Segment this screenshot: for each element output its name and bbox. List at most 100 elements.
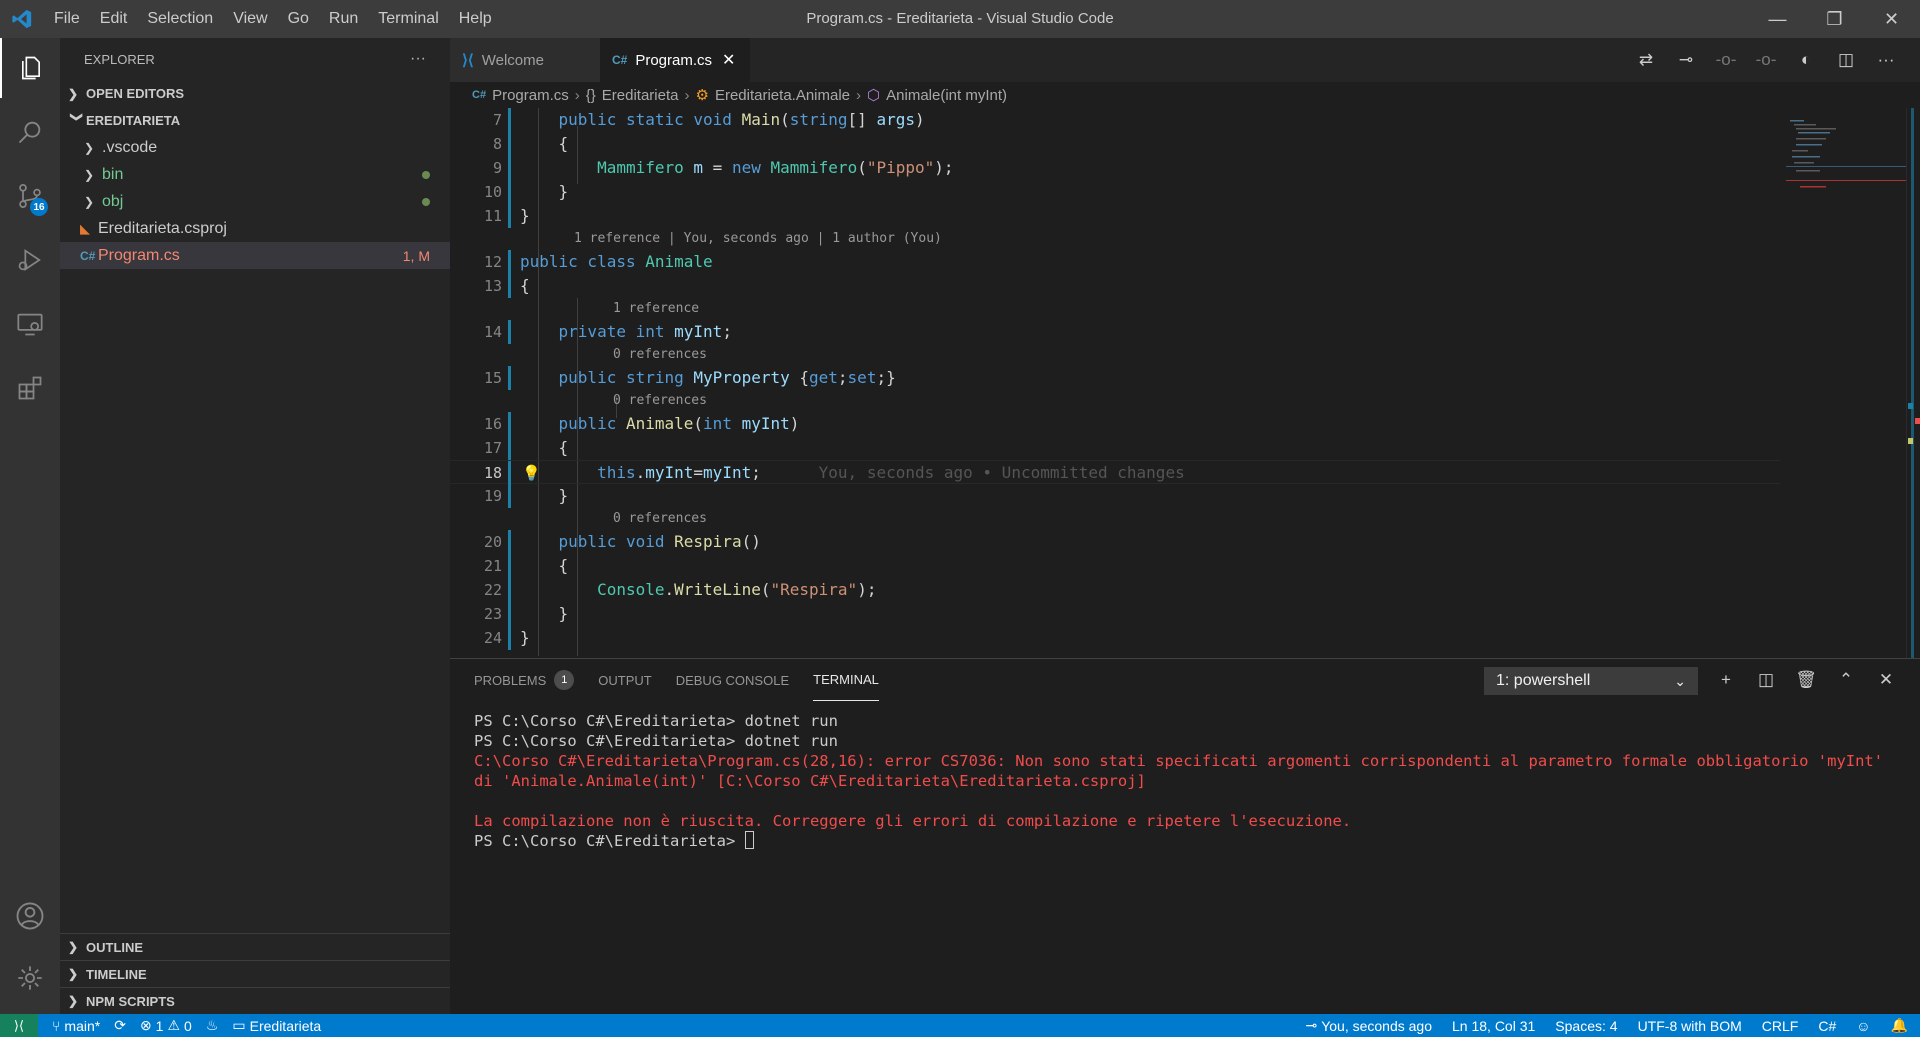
codelens-text[interactable]: 0 references [613,508,707,530]
more-actions-icon[interactable]: ··· [1866,50,1906,70]
status-branch[interactable]: ⑂ main* [52,1018,100,1034]
remote-explorer-icon[interactable] [0,294,60,354]
tab-welcome[interactable]: ⟩⟨ Welcome [450,38,600,82]
code-line: 21 { [450,554,1780,578]
menu-terminal[interactable]: Terminal [368,0,448,38]
tree-item-csproj[interactable]: ◣ Ereditarieta.csproj [60,215,450,242]
tree-item-label: Program.cs [98,246,180,264]
codelens-text[interactable]: 0 references [613,344,707,366]
breadcrumb-file[interactable]: Program.cs [492,87,569,104]
tab-terminal[interactable]: TERMINAL [813,659,879,701]
close-panel-icon[interactable]: ✕ [1866,670,1906,690]
close-window-icon[interactable]: ✕ [1863,0,1920,38]
open-changes-icon[interactable]: ⇄ [1626,50,1666,70]
code-line: 22 Console.WriteLine("Respira"); [450,578,1780,602]
editor-area: ⟩⟨ Welcome C# Program.cs ✕ ⇄ ⊸ -o- -o- ◐… [450,38,1920,658]
split-terminal-icon[interactable]: ◫ [1746,670,1786,690]
new-terminal-icon[interactable]: + [1706,670,1746,690]
source-control-icon[interactable]: 16 [0,166,60,226]
menu-run[interactable]: Run [319,0,368,38]
close-tab-icon[interactable]: ✕ [722,50,735,70]
menu-view[interactable]: View [223,0,277,38]
tree-item-program-cs[interactable]: C# Program.cs 1, M [60,242,450,269]
feedback-icon[interactable]: ☺ [1856,1018,1870,1034]
open-editors-section[interactable]: ❯ OPEN EDITORS [60,80,450,107]
git-gutter-bar [508,108,511,132]
toggle-blame-icon[interactable]: ◐ [1786,50,1826,70]
code-line: 17 { [450,436,1780,460]
tab-problems[interactable]: PROBLEMS 1 [474,659,575,701]
git-commit-icon[interactable]: ⊸ [1666,50,1706,70]
window-controls: — ❐ ✕ [1749,0,1920,38]
chevron-right-icon: ❯ [68,86,79,101]
gear-icon[interactable] [0,948,60,1008]
tree-item-label: Ereditarieta.csproj [98,219,227,237]
line-number: 7 [492,111,502,129]
git-gutter-bar [508,180,511,204]
tab-program-cs[interactable]: C# Program.cs ✕ [600,38,750,82]
menu-selection[interactable]: Selection [137,0,223,38]
tree-item-obj[interactable]: ❯ obj [60,188,450,215]
accounts-icon[interactable] [0,886,60,946]
scrollbar-marker [1911,108,1914,658]
breadcrumb-class[interactable]: Ereditarieta.Animale [715,87,850,104]
outline-section[interactable]: ❯ OUTLINE [60,933,450,960]
more-actions-icon[interactable]: ··· [410,50,426,68]
folder-section[interactable]: ❯ EREDITARIETA [60,107,450,134]
breadcrumb-namespace[interactable]: Ereditarieta [602,87,679,104]
menu-file[interactable]: File [44,0,90,38]
extensions-icon[interactable] [0,358,60,418]
menu-go[interactable]: Go [278,0,319,38]
status-eol[interactable]: CRLF [1762,1018,1799,1034]
timeline-label: TIMELINE [86,966,147,982]
npm-scripts-section[interactable]: ❯ NPM SCRIPTS [60,987,450,1014]
tab-label: DEBUG CONSOLE [675,672,790,688]
status-indent[interactable]: Spaces: 4 [1555,1018,1617,1034]
status-project[interactable]: ▭ Ereditarieta [232,1017,321,1034]
line-number: 13 [483,277,502,295]
status-position[interactable]: Ln 18, Col 31 [1452,1018,1535,1034]
codelens-text[interactable]: 1 reference | You, seconds ago | 1 autho… [574,228,942,250]
status-language[interactable]: C# [1818,1018,1836,1034]
status-right: ⊸ You, seconds ago Ln 18, Col 31 Spaces:… [1305,1014,1920,1037]
minimize-icon[interactable]: — [1749,0,1806,38]
codelens-text[interactable]: 0 references [613,390,707,412]
run-debug-icon[interactable] [0,230,60,290]
codelens-text[interactable]: 1 reference [613,298,699,320]
tree-item-bin[interactable]: ❯ bin [60,161,450,188]
tab-output[interactable]: OUTPUT [598,659,651,701]
remote-indicator[interactable]: ⟩⟨ [0,1014,38,1037]
explorer-icon[interactable] [0,38,60,98]
trash-icon[interactable]: 🗑 [1786,670,1826,690]
terminal[interactable]: PS C:\Corso C#\Ereditarieta> dotnet run … [474,711,1894,851]
minimap[interactable] [1786,108,1906,668]
previous-change-icon[interactable]: -o- [1706,50,1746,70]
status-blame[interactable]: ⊸ You, seconds ago [1305,1017,1432,1034]
restore-icon[interactable]: ❐ [1806,0,1863,38]
code-line: 10 } [450,180,1780,204]
status-problems[interactable]: ⊗ 1 ⚠ 0 [140,1017,192,1034]
menu-edit[interactable]: Edit [90,0,138,38]
menu-help[interactable]: Help [449,0,502,38]
split-editor-icon[interactable]: ◫ [1826,50,1866,70]
editor-scrollbar[interactable] [1906,108,1920,658]
bell-icon[interactable]: 🔔 [1891,1017,1908,1034]
code-editor[interactable]: 7 public static void Main(string[] args)… [450,108,1780,658]
breadcrumb-method[interactable]: Animale(int myInt) [886,87,1007,104]
line-number: 11 [483,207,502,225]
codelens: 0 references [450,344,1780,366]
tab-debug-console[interactable]: DEBUG CONSOLE [676,659,789,701]
codelens: 1 reference | You, seconds ago | 1 autho… [450,228,1780,250]
status-encoding[interactable]: UTF-8 with BOM [1638,1018,1742,1034]
status-sync[interactable]: ⟳ [114,1017,126,1034]
sidebar: EXPLORER ··· ❯ OPEN EDITORS ❯ EREDITARIE… [60,38,450,1014]
tree-item-label: bin [102,165,124,183]
next-change-icon[interactable]: -o- [1746,50,1786,70]
search-icon[interactable] [0,102,60,162]
tree-item-vscode[interactable]: ❯ .vscode [60,134,450,161]
terminal-select[interactable]: 1: powershell ⌄ [1484,667,1698,695]
flame-icon: ♨ [205,1017,219,1033]
timeline-section[interactable]: ❯ TIMELINE [60,960,450,987]
status-omnisharp[interactable]: ♨ [206,1017,219,1034]
maximize-panel-icon[interactable]: ⌃ [1826,670,1866,690]
